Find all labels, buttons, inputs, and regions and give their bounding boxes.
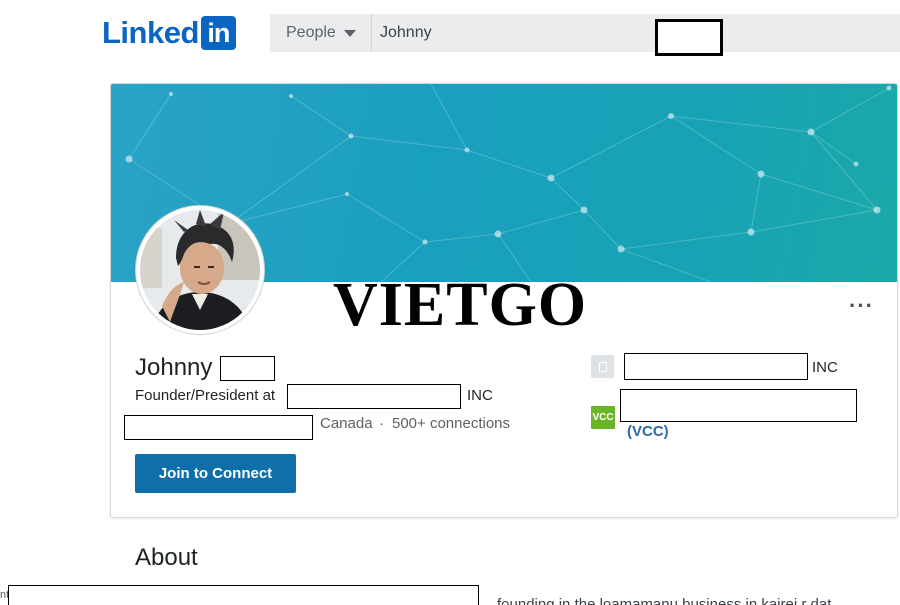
vietgo-watermark: VIETGO <box>333 271 588 339</box>
search-type-label: People <box>286 24 336 41</box>
redaction-box <box>624 353 808 380</box>
redaction-box <box>8 585 479 605</box>
school-logo-icon[interactable]: VCC <box>591 406 615 429</box>
separator-dot: · <box>379 415 384 432</box>
redaction-box <box>655 19 723 56</box>
more-options-icon[interactable]: ··· <box>849 295 874 317</box>
join-to-connect-button[interactable]: Join to Connect <box>135 454 296 493</box>
redaction-box <box>620 389 857 422</box>
redaction-box <box>287 384 461 409</box>
caret-down-icon <box>343 29 356 37</box>
connections-count: 500+ connections <box>392 415 511 432</box>
profile-name: Johnny <box>135 354 213 381</box>
company-logo-icon[interactable] <box>591 355 614 378</box>
about-heading: About <box>135 544 198 571</box>
school-link[interactable]: (VCC) <box>627 423 669 440</box>
company-suffix: INC <box>812 359 838 376</box>
linkedin-profile-page: Linked in People Johnny VIETGO ··· Johnn… <box>0 0 900 605</box>
logo-in-badge: in <box>200 16 236 50</box>
person-photo-icon <box>140 210 260 330</box>
search-bar: People <box>270 14 900 52</box>
linkedin-logo[interactable]: Linked in <box>102 14 236 52</box>
redaction-box <box>220 356 275 381</box>
headline-suffix: INC <box>467 387 493 404</box>
search-type-dropdown[interactable]: People <box>270 14 372 52</box>
redaction-box <box>124 415 313 440</box>
profile-location: Canada <box>320 415 373 432</box>
profile-avatar[interactable] <box>136 206 264 334</box>
headline-prefix: Founder/President at <box>135 387 276 404</box>
logo-text: Linked <box>102 15 199 50</box>
search-input[interactable] <box>372 14 900 52</box>
about-text: founding in the loamamanu business in ka… <box>497 596 832 605</box>
